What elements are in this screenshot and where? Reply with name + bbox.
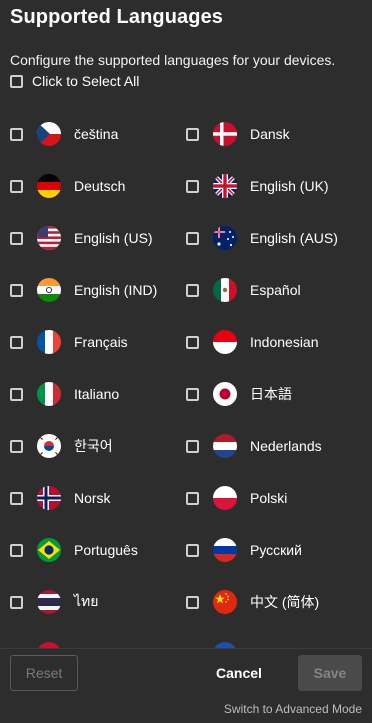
select-all-checkbox-box[interactable] [10, 74, 23, 88]
select-all-checkbox[interactable]: Click to Select All [10, 73, 139, 89]
language-label: English (UK) [250, 178, 329, 194]
language-grid: čeština Dansk Deutsch English (UK) Engli… [0, 108, 372, 648]
us-flag-icon [37, 226, 61, 250]
language-item[interactable]: Nederlands [176, 420, 351, 472]
language-checkbox[interactable] [10, 491, 23, 505]
language-checkbox[interactable] [186, 439, 199, 453]
language-item[interactable] [0, 628, 175, 648]
language-label: Português [74, 542, 138, 558]
language-checkbox[interactable] [186, 283, 199, 297]
language-checkbox[interactable] [186, 127, 199, 141]
language-label: Nederlands [250, 438, 322, 454]
language-checkbox[interactable] [10, 127, 23, 141]
language-checkbox[interactable] [186, 543, 199, 557]
indonesia-flag-icon [213, 330, 237, 354]
language-item[interactable]: English (UK) [176, 160, 351, 212]
language-item[interactable]: Español [176, 264, 351, 316]
language-checkbox[interactable] [186, 491, 199, 505]
korea-flag-icon [37, 434, 61, 458]
norway-flag-icon [37, 486, 61, 510]
australia-flag-icon [213, 226, 237, 250]
china-flag-icon [213, 590, 237, 614]
language-item[interactable]: Norsk [0, 472, 175, 524]
language-label: Polski [250, 490, 288, 506]
language-label: čeština [74, 126, 119, 142]
language-item[interactable]: Indonesian [176, 316, 351, 368]
language-item[interactable]: 中文 (简体) [176, 576, 351, 628]
reset-button[interactable]: Reset [10, 655, 78, 691]
poland-flag-icon [213, 486, 237, 510]
language-label: Español [250, 282, 301, 298]
language-item[interactable]: English (IND) [0, 264, 175, 316]
thailand-flag-icon [37, 590, 61, 614]
cancel-button[interactable]: Cancel [205, 655, 273, 691]
language-label: Italiano [74, 386, 120, 402]
select-all-label: Click to Select All [32, 73, 140, 89]
language-item[interactable]: English (AUS) [176, 212, 351, 264]
language-label: English (US) [74, 230, 153, 246]
language-checkbox[interactable] [186, 387, 199, 401]
language-checkbox[interactable] [10, 335, 23, 349]
japan-flag-icon [213, 382, 237, 406]
language-label: Indonesian [250, 334, 319, 350]
language-item[interactable]: Português [0, 524, 175, 576]
language-label: Norsk [74, 490, 111, 506]
language-label: 中文 (简体) [250, 594, 320, 610]
language-item[interactable]: Deutsch [0, 160, 175, 212]
language-item[interactable]: Dansk [176, 108, 351, 160]
footer-divider [0, 648, 372, 649]
language-label: English (AUS) [250, 230, 338, 246]
netherlands-flag-icon [213, 434, 237, 458]
language-item[interactable]: English (US) [0, 212, 175, 264]
language-item[interactable]: Français [0, 316, 175, 368]
language-item[interactable]: čeština [0, 108, 175, 160]
italy-flag-icon [37, 382, 61, 406]
language-checkbox[interactable] [186, 179, 199, 193]
save-button[interactable]: Save [298, 655, 362, 691]
page-subtitle: Configure the supported languages for yo… [10, 52, 336, 68]
germany-flag-icon [37, 174, 61, 198]
language-label: Dansk [250, 126, 290, 142]
language-item[interactable]: 日本語 [176, 368, 351, 420]
language-checkbox[interactable] [10, 179, 23, 193]
uk-flag-icon [213, 174, 237, 198]
language-checkbox[interactable] [10, 595, 23, 609]
advanced-mode-link[interactable]: Switch to Advanced Mode [224, 702, 362, 716]
language-checkbox[interactable] [186, 231, 199, 245]
language-item[interactable]: Italiano [0, 368, 175, 420]
language-label: 日本語 [250, 386, 292, 402]
page-title: Supported Languages [10, 6, 224, 28]
language-item[interactable]: Русский [176, 524, 351, 576]
language-checkbox[interactable] [10, 387, 23, 401]
denmark-flag-icon [213, 122, 237, 146]
language-item[interactable]: ไทย [0, 576, 175, 628]
india-flag-icon [37, 278, 61, 302]
language-checkbox[interactable] [186, 335, 199, 349]
language-label: Deutsch [74, 178, 126, 194]
language-checkbox[interactable] [10, 543, 23, 557]
language-checkbox[interactable] [186, 595, 199, 609]
language-item[interactable]: Polski [176, 472, 351, 524]
language-item[interactable]: 한국어 [0, 420, 175, 472]
brazil-flag-icon [37, 538, 61, 562]
language-label: ไทย [74, 593, 99, 609]
mexico-flag-icon [213, 278, 237, 302]
language-label: English (IND) [74, 282, 158, 298]
russia-flag-icon [213, 538, 237, 562]
language-label: Русский [250, 542, 302, 558]
language-label: Français [74, 334, 128, 350]
france-flag-icon [37, 330, 61, 354]
language-checkbox[interactable] [10, 283, 23, 297]
language-checkbox[interactable] [10, 231, 23, 245]
language-checkbox[interactable] [10, 439, 23, 453]
language-label: 한국어 [74, 438, 113, 454]
czech-flag-icon [37, 122, 61, 146]
language-item[interactable] [176, 628, 351, 648]
